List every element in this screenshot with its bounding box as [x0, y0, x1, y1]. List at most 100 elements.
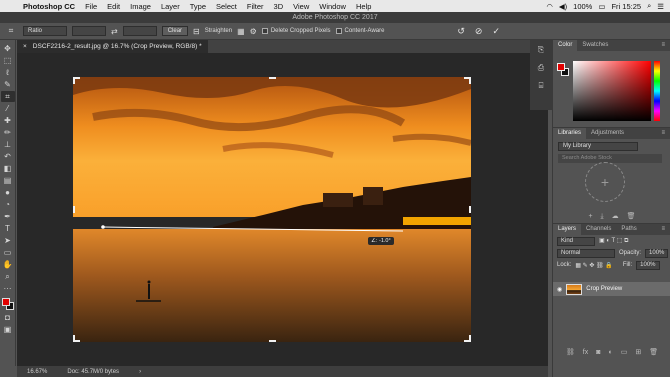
mask-icon[interactable]: ◙ — [596, 347, 600, 359]
quick-mask-icon[interactable]: ◘ — [1, 312, 15, 323]
eraser-tool-icon[interactable]: ◧ — [1, 163, 15, 174]
dodge-tool-icon[interactable]: ◔ — [1, 199, 15, 210]
menu-list-icon[interactable]: ☰ — [657, 2, 664, 11]
ratio-width-field[interactable] — [72, 26, 106, 36]
crop-handle-br[interactable] — [464, 335, 471, 342]
visibility-eye-icon[interactable]: ◉ — [557, 286, 562, 293]
path-select-icon[interactable]: ➤ — [1, 235, 15, 246]
healing-tool-icon[interactable]: ✚ — [1, 115, 15, 126]
stamp-tool-icon[interactable]: ⊥ — [1, 139, 15, 150]
crop-handle-tl[interactable] — [73, 77, 80, 84]
crop-tool-icon[interactable]: ⌗ — [0, 91, 15, 102]
content-aware-checkbox[interactable]: Content-Aware — [335, 28, 384, 34]
photo-canvas[interactable]: ∠: -1.0° — [73, 77, 471, 342]
menu-filter[interactable]: Filter — [242, 2, 269, 11]
blur-tool-icon[interactable]: ● — [1, 187, 15, 198]
settings-gear-icon[interactable]: ⚙ — [250, 27, 257, 36]
move-tool-icon[interactable]: ✥ — [1, 43, 15, 54]
shape-tool-icon[interactable]: ▭ — [1, 247, 15, 258]
wifi-icon[interactable]: ◠ — [546, 2, 553, 11]
swap-icon[interactable]: ⇄ — [111, 27, 118, 36]
quick-select-tool-icon[interactable]: ✎ — [1, 79, 15, 90]
clock[interactable]: Fri 15:25 — [611, 2, 641, 11]
document-tab[interactable]: × DSCF2216-2_result.jpg @ 16.7% (Crop Pr… — [17, 40, 208, 53]
crop-handle-tr[interactable] — [464, 77, 471, 84]
menu-view[interactable]: View — [288, 2, 314, 11]
tab-swatches[interactable]: Swatches — [577, 40, 613, 51]
zoom-level[interactable]: 16.67% — [27, 369, 47, 375]
volume-icon[interactable]: ◀) — [559, 2, 567, 11]
ratio-select[interactable]: Ratio — [23, 26, 67, 36]
opacity-field[interactable]: 100% — [645, 248, 669, 258]
tab-color[interactable]: Color — [553, 40, 578, 51]
search-icon[interactable]: ⌕ — [647, 1, 651, 11]
menu-help[interactable]: Help — [351, 2, 376, 11]
fill-field[interactable]: 100% — [636, 260, 660, 270]
menu-window[interactable]: Window — [314, 2, 351, 11]
canvas-area[interactable]: ∠: -1.0° — [17, 53, 548, 366]
trash-icon[interactable]: 🗑 — [627, 211, 636, 223]
status-arrow-icon[interactable]: › — [139, 369, 141, 375]
color-picker-field[interactable] — [573, 61, 651, 121]
hue-slider[interactable] — [654, 61, 660, 121]
panel-menu-icon[interactable]: ≡ — [656, 224, 670, 235]
panel-foreground-color[interactable] — [557, 63, 565, 71]
pen-tool-icon[interactable]: ✒ — [1, 211, 15, 222]
battery-icon[interactable]: ▭ — [598, 2, 605, 11]
menu-edit[interactable]: Edit — [102, 2, 125, 11]
panel-menu-icon[interactable]: ≡ — [656, 40, 670, 51]
history-icon[interactable]: ⎘ — [538, 45, 544, 55]
tab-paths[interactable]: Paths — [616, 224, 641, 235]
history-brush-icon[interactable]: ↶ — [1, 151, 15, 162]
reset-icon[interactable]: ↺ — [457, 26, 465, 37]
tab-close-icon[interactable]: × — [23, 40, 27, 53]
foreground-color[interactable] — [1, 298, 10, 306]
crop-handle-bl[interactable] — [73, 335, 80, 342]
adjustment-layer-icon[interactable]: ◐ — [608, 347, 612, 359]
add-content-icon[interactable]: + — [588, 211, 592, 223]
overlay-grid-icon[interactable]: ▦ — [237, 27, 245, 36]
menu-select[interactable]: Select — [211, 2, 242, 11]
cloud-icon[interactable]: ☁ — [612, 211, 619, 223]
link-layers-icon[interactable]: ⛓ — [566, 347, 575, 359]
crop-tool-icon[interactable]: ⌗ — [4, 26, 18, 37]
layer-name[interactable]: Crop Preview — [586, 286, 622, 292]
delete-cropped-checkbox[interactable]: Delete Cropped Pixels — [261, 28, 331, 34]
ratio-height-field[interactable] — [122, 26, 157, 36]
new-layer-icon[interactable]: ⊞ — [635, 347, 641, 359]
eyedropper-tool-icon[interactable]: ⁄ — [1, 103, 15, 114]
gradient-tool-icon[interactable]: ▤ — [1, 175, 15, 186]
fx-icon[interactable]: fx — [583, 347, 588, 359]
commit-check-icon[interactable]: ✓ — [492, 26, 500, 37]
panel-menu-icon[interactable]: ≡ — [656, 128, 670, 139]
filter-icons[interactable]: ▣ ◐ T ⬚ ⧉ — [599, 237, 628, 245]
crop-handle-left[interactable] — [73, 206, 80, 213]
delete-layer-icon[interactable]: 🗑 — [649, 347, 658, 359]
menu-type[interactable]: Type — [185, 2, 211, 11]
group-icon[interactable]: ▭ — [621, 347, 628, 359]
straighten-label[interactable]: Straighten — [205, 28, 232, 34]
screen-mode-icon[interactable]: ▣ — [1, 324, 15, 335]
more-tools-icon[interactable]: ··· — [1, 283, 15, 294]
lasso-tool-icon[interactable]: ℓ — [1, 67, 15, 78]
tab-libraries[interactable]: Libraries — [553, 128, 587, 139]
properties-icon[interactable]: ⎙ — [538, 63, 544, 73]
blend-mode-select[interactable]: Normal — [557, 248, 615, 258]
menu-file[interactable]: File — [80, 2, 102, 11]
tab-adjustments[interactable]: Adjustments — [586, 128, 629, 139]
zoom-tool-icon[interactable]: ⌕ — [1, 271, 15, 282]
crop-handle-top[interactable] — [269, 77, 276, 84]
menu-app[interactable]: Photoshop CC — [18, 2, 80, 11]
upload-icon[interactable]: ⤓ — [601, 211, 604, 223]
adjust-icon[interactable]: ⌸ — [539, 81, 544, 91]
library-select[interactable]: My Library — [558, 142, 638, 151]
menu-layer[interactable]: Layer — [156, 2, 185, 11]
layer-row[interactable]: ◉ Crop Preview — [553, 282, 670, 296]
straighten-icon[interactable]: ⊟ — [193, 27, 200, 36]
brush-tool-icon[interactable]: ✏ — [1, 127, 15, 138]
crop-handle-bottom[interactable] — [269, 335, 276, 342]
color-swatches[interactable] — [1, 297, 15, 311]
lock-icons[interactable]: ▦ ✎ ✥ ⛓ 🔒 — [575, 262, 612, 269]
tab-channels[interactable]: Channels — [581, 224, 616, 235]
cancel-icon[interactable]: ⊘ — [475, 26, 483, 37]
